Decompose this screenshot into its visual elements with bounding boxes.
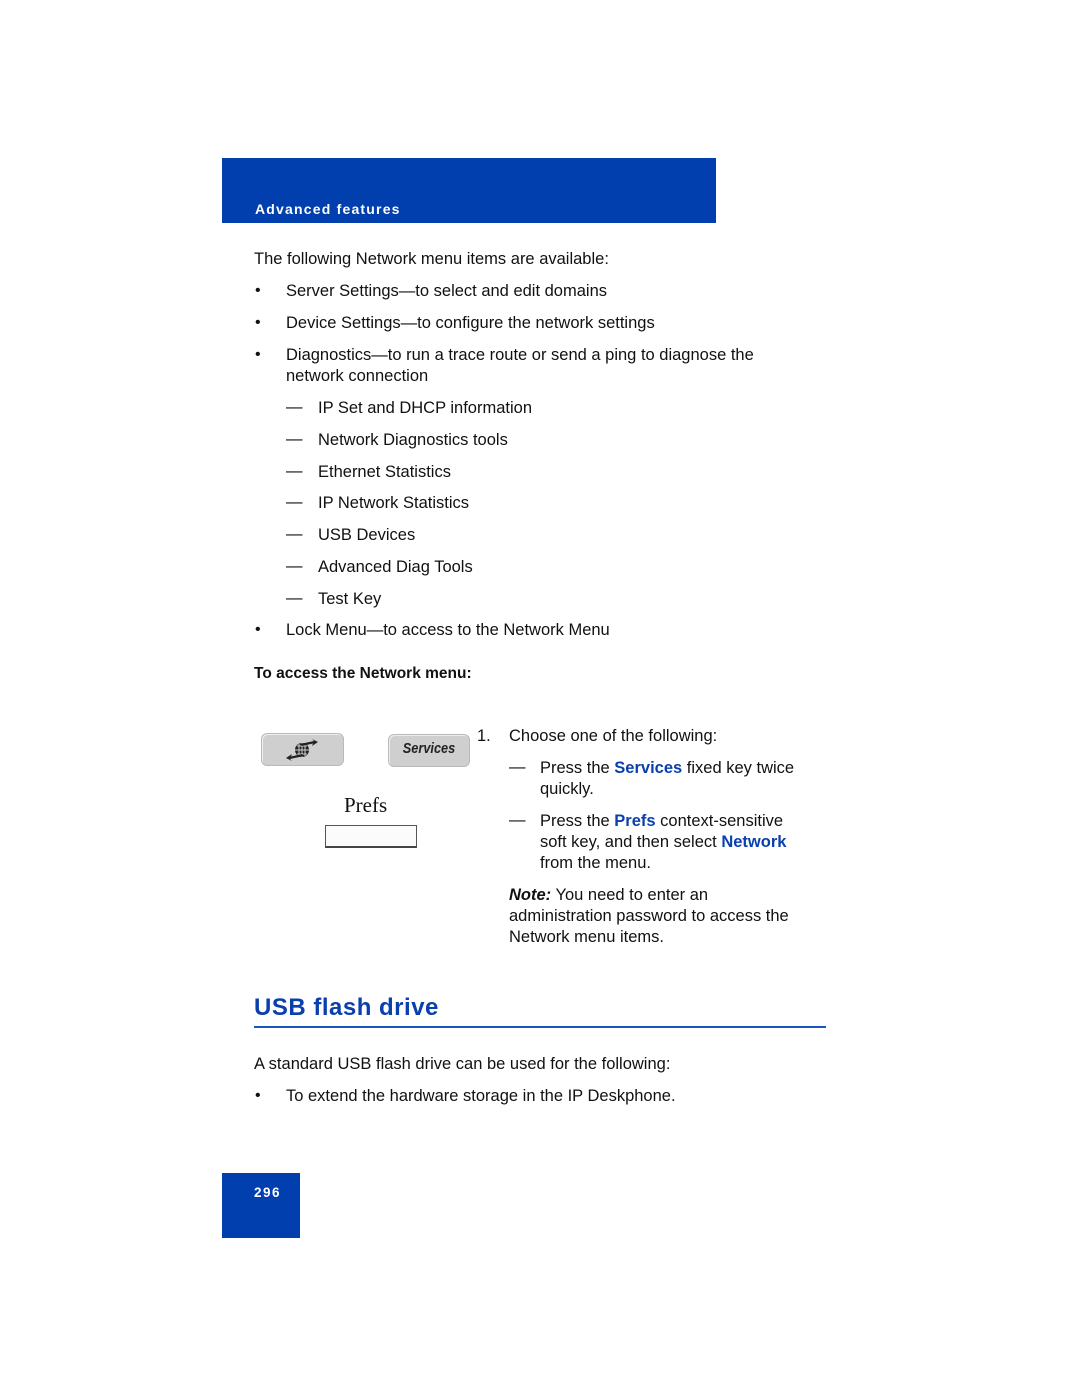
network-menu-ref: Network (721, 833, 787, 851)
bullet: • (255, 621, 261, 638)
services-key: Services (388, 734, 470, 767)
option-text: Press the (540, 759, 615, 777)
heading-rule (254, 1026, 826, 1028)
services-key-label: Services (402, 740, 456, 757)
option-prefs-line2: soft key, and then select Network (540, 832, 786, 853)
option-text: context-sensitive (655, 812, 784, 830)
sub-item: Ethernet Statistics (318, 463, 451, 481)
page-number-box: 296 (222, 1173, 300, 1238)
list-item: Lock Menu—to access to the Network Menu (286, 621, 610, 639)
sub-item: IP Set and DHCP information (318, 399, 533, 417)
intro-text: The following Network menu items are ava… (254, 250, 609, 268)
dash: — (509, 758, 526, 776)
dash: — (286, 493, 303, 511)
note-line3: Network menu items. (509, 928, 664, 946)
list-item: To extend the hardware storage in the IP… (286, 1087, 676, 1105)
procedure-heading: To access the Network menu: (254, 665, 472, 682)
sub-item: USB Devices (318, 526, 416, 544)
dash: — (286, 525, 303, 543)
prefs-softkey (325, 825, 417, 848)
sub-item: Test Key (318, 590, 382, 608)
option-prefs-line3: from the menu. (540, 854, 651, 872)
bullet: • (255, 314, 261, 331)
services-key-ref: Services (614, 759, 683, 777)
list-item: Diagnostics—to run a trace route or send… (286, 346, 754, 364)
step-number: 1. (477, 727, 491, 745)
note-line2: administration password to access the (509, 907, 789, 925)
usb-intro: A standard USB flash drive can be used f… (254, 1055, 671, 1073)
bullet: • (255, 282, 261, 299)
dash: — (286, 589, 303, 607)
option-text: fixed key twice (682, 759, 795, 777)
note-text: You need to enter an (551, 886, 709, 904)
option-prefs: Press the Prefs context-sensitive (540, 811, 783, 832)
section-heading: USB flash drive (254, 994, 439, 1021)
sub-item: Network Diagnostics tools (318, 431, 508, 449)
option-services: Press the Services fixed key twice (540, 758, 794, 779)
note: Note: You need to enter an (509, 885, 708, 906)
dash: — (286, 430, 303, 448)
bullet: • (255, 346, 261, 363)
dash: — (286, 462, 303, 480)
section-title: Advanced features (255, 201, 401, 217)
bullet: • (255, 1087, 261, 1104)
dash: — (286, 557, 303, 575)
prefs-softkey-label: Prefs (344, 793, 388, 817)
prefs-key-ref: Prefs (614, 812, 656, 830)
sub-item: Advanced Diag Tools (318, 558, 473, 576)
option-services-line2: quickly. (540, 780, 594, 798)
list-item: Server Settings—to select and edit domai… (286, 282, 608, 300)
option-text: soft key, and then select (540, 833, 722, 851)
dash: — (509, 811, 526, 829)
globe-key (261, 733, 344, 766)
note-label: Note: (509, 886, 552, 904)
page-number: 296 (254, 1185, 282, 1200)
step-text: Choose one of the following: (509, 727, 718, 745)
list-item-continuation: network connection (286, 367, 429, 385)
sub-item: IP Network Statistics (318, 494, 469, 512)
header-band: Advanced features (222, 158, 716, 223)
globe-arrows-icon (286, 739, 318, 761)
list-item: Device Settings—to configure the network… (286, 314, 655, 332)
dash: — (286, 398, 303, 416)
option-text: Press the (540, 812, 615, 830)
